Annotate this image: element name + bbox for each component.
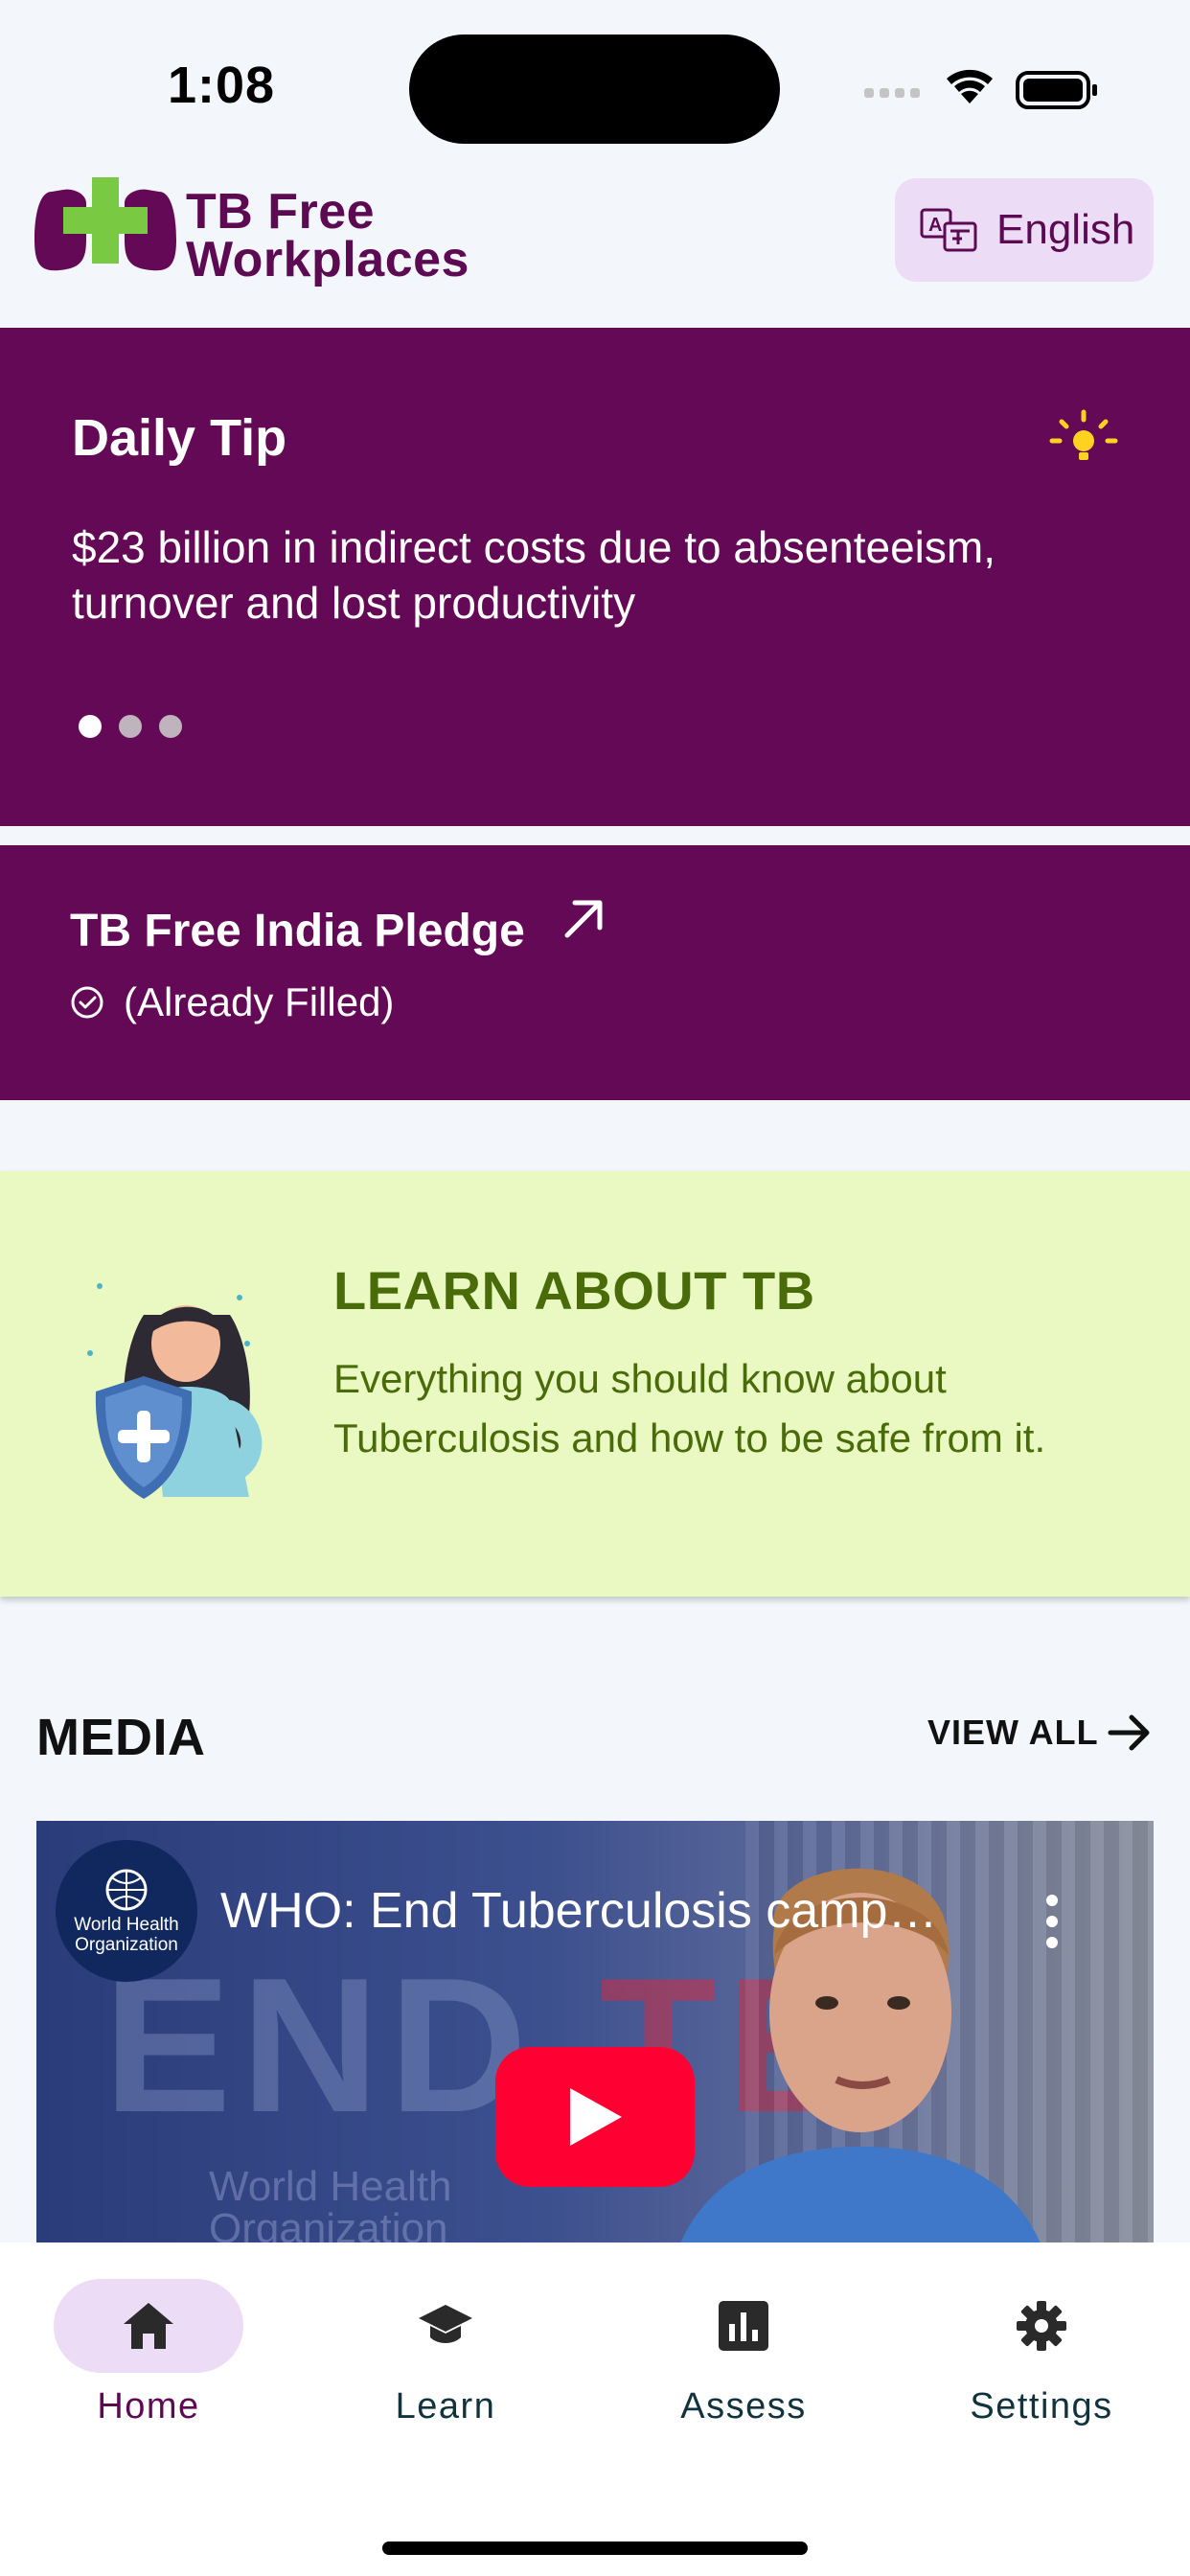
language-button[interactable]: A English — [895, 178, 1154, 282]
more-vertical-icon[interactable] — [1041, 1893, 1064, 1950]
logo-text: TB Free Workplaces — [186, 184, 469, 288]
play-button[interactable] — [495, 2047, 695, 2187]
channel-avatar[interactable]: World Health Organization — [56, 1840, 197, 1982]
tab-learn-pill — [351, 2279, 540, 2373]
video-bg-who-line-1: World Health — [209, 2163, 452, 2210]
tab-home[interactable]: Home — [29, 2279, 268, 2432]
tip-pagination-dots[interactable] — [79, 715, 182, 738]
bottom-tab-bar: Home Learn Assess Settings — [0, 2242, 1190, 2576]
pagination-dot-3[interactable] — [159, 715, 182, 738]
learn-description: Everything you should know about Tubercu… — [333, 1356, 1046, 1460]
play-icon — [570, 2088, 622, 2146]
video-bg-who-line-2: Organization — [209, 2205, 448, 2243]
pledge-title: TB Free India Pledge — [70, 906, 525, 956]
tab-home-pill — [54, 2279, 243, 2373]
logo-line-2: Workplaces — [186, 232, 469, 288]
tab-settings[interactable]: Settings — [922, 2279, 1161, 2432]
cellular-signal-icon — [864, 88, 920, 98]
woman-with-shield-illustration — [87, 1283, 263, 1499]
pledge-status-text: (Already Filled) — [124, 979, 395, 1024]
graduation-cap-icon — [419, 2305, 472, 2343]
view-all-label: VIEW ALL — [927, 1713, 1099, 1752]
channel-name-line-2: Organization — [75, 1935, 178, 1955]
status-bar: 1:08 — [0, 0, 1190, 163]
check-circle-icon — [71, 986, 103, 1019]
learn-title: LEARN ABOUT TB — [333, 1260, 815, 1321]
media-section-title: MEDIA — [36, 1709, 206, 1766]
gear-icon — [1017, 2301, 1066, 2351]
pagination-dot-1[interactable] — [79, 715, 102, 738]
tab-home-label: Home — [97, 2386, 200, 2426]
video-title: WHO: End Tuberculosis camp… — [220, 1883, 938, 1939]
tab-assess[interactable]: Assess — [624, 2279, 863, 2432]
lungs-cross-logo-icon — [34, 177, 176, 271]
language-label: English — [996, 206, 1135, 253]
tab-learn-label: Learn — [395, 2386, 496, 2426]
tab-assess-label: Assess — [680, 2386, 807, 2426]
logo-line-1: TB Free — [186, 184, 376, 240]
lightbulb-icon — [1049, 409, 1118, 460]
status-icons — [864, 69, 1097, 109]
home-indicator — [382, 2542, 808, 2555]
app-logo: TB Free Workplaces — [34, 172, 514, 285]
tab-settings-label: Settings — [970, 2386, 1113, 2426]
dynamic-island — [409, 34, 780, 144]
video-bg-end: END — [103, 1939, 538, 2152]
battery-icon — [1016, 71, 1097, 109]
daily-tip-text: $23 billion in indirect costs due to abs… — [72, 522, 996, 628]
who-emblem-icon — [105, 1869, 148, 1911]
video-background-who: World Health Organization — [209, 2163, 452, 2243]
daily-tip-card[interactable]: Daily Tip $23 billion in indirect costs … — [0, 328, 1190, 826]
external-arrow-icon — [564, 900, 603, 938]
learn-about-tb-card[interactable]: LEARN ABOUT TB Everything you should kno… — [0, 1171, 1190, 1597]
home-icon — [124, 2303, 173, 2349]
view-all-button[interactable]: VIEW ALL — [927, 1712, 1153, 1754]
tab-assess-pill — [649, 2279, 838, 2373]
app-header: TB Free Workplaces A English — [0, 163, 1190, 328]
daily-tip-title: Daily Tip — [72, 409, 287, 467]
status-time: 1:08 — [168, 57, 276, 114]
pledge-card[interactable]: TB Free India Pledge (Already Filled) — [0, 845, 1190, 1100]
channel-name-line-1: World Health — [74, 1915, 179, 1935]
bar-chart-icon — [719, 2301, 768, 2351]
wifi-icon — [947, 69, 993, 104]
tab-settings-pill — [947, 2279, 1136, 2373]
translate-icon: A — [920, 208, 977, 252]
pledge-status: (Already Filled) — [70, 979, 394, 1025]
pagination-dot-2[interactable] — [119, 715, 142, 738]
svg-text:A: A — [928, 215, 942, 236]
arrow-right-icon — [1108, 1714, 1150, 1751]
tab-learn[interactable]: Learn — [326, 2279, 565, 2432]
video-thumbnail[interactable]: END TB World Health Organization World H… — [36, 1821, 1154, 2242]
